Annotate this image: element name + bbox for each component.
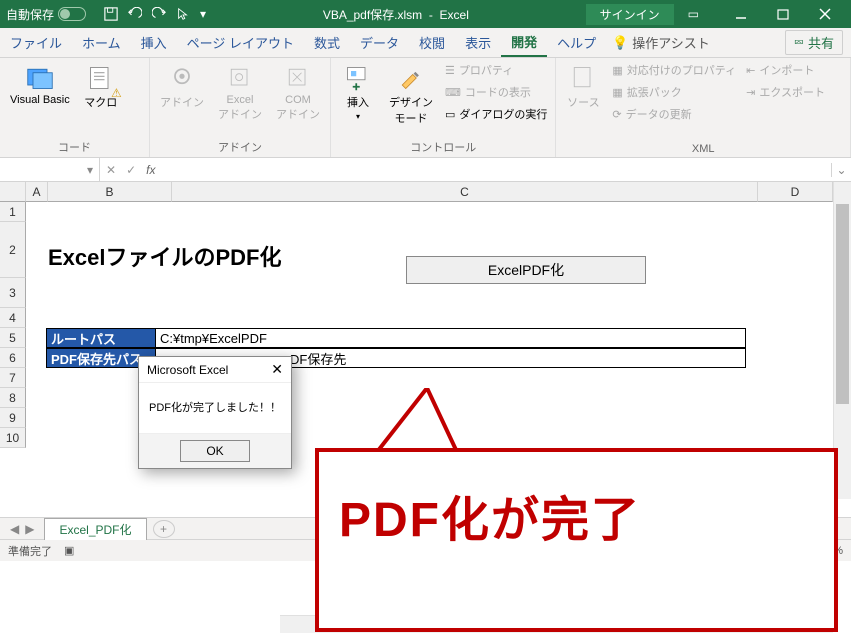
tab-view[interactable]: 表示 xyxy=(455,28,501,57)
addin-button: アドイン xyxy=(154,60,210,114)
tab-review[interactable]: 校閲 xyxy=(409,28,455,57)
view-code-button: ⌨コードの表示 xyxy=(441,82,551,102)
rootpath-row: ルートパス C:¥tmp¥ExcelPDF xyxy=(46,328,746,348)
msgbox: Microsoft Excel ✕ PDF化が完了しました！！ OK xyxy=(138,356,292,469)
excel-addin-button: Excel アドイン xyxy=(212,60,268,126)
ribbon: Visual Basic マクロ コード アドイン Excel アドイン COM… xyxy=(0,58,851,158)
next-sheet-icon[interactable]: ▶ xyxy=(25,522,34,536)
select-all-corner[interactable] xyxy=(0,182,26,202)
column-headers[interactable]: A B C D xyxy=(26,182,833,202)
sheet-tab-1[interactable]: Excel_PDF化 xyxy=(44,518,146,540)
maximize-button[interactable] xyxy=(763,0,803,28)
pointer-icon[interactable] xyxy=(176,7,190,21)
group-xml-label: XML xyxy=(560,141,846,157)
map-props-button: ▦対応付けのプロパティ xyxy=(608,60,740,80)
expansion-button: ▦拡張パック xyxy=(608,82,740,102)
callout: PDF化が完了 xyxy=(315,418,840,634)
code-icon: ⌨ xyxy=(445,86,461,99)
page-title: ExcelファイルのPDF化 xyxy=(48,240,282,272)
tab-pagelayout[interactable]: ページ レイアウト xyxy=(177,28,304,57)
refresh-icon: ⟳ xyxy=(612,108,621,121)
com-addin-button: COM アドイン xyxy=(270,60,326,126)
run-dialog-button[interactable]: ▭ダイアログの実行 xyxy=(441,104,551,124)
row-headers[interactable]: 1 2 3 4 5 6 7 8 9 10 xyxy=(0,202,26,448)
prev-sheet-icon[interactable]: ◀ xyxy=(10,522,19,536)
import-button: ⇤インポート xyxy=(742,60,829,80)
tab-data[interactable]: データ xyxy=(350,28,409,57)
msgbox-body: PDF化が完了しました！！ xyxy=(139,383,291,433)
window-title: VBA_pdf保存.xlsm - Excel xyxy=(206,6,586,23)
refresh-button: ⟳データの更新 xyxy=(608,104,740,124)
export-button: ⇥エクスポート xyxy=(742,82,829,102)
ribbon-options-icon[interactable]: ▭ xyxy=(678,7,709,21)
minimize-button[interactable] xyxy=(721,0,761,28)
tab-help[interactable]: ヘルプ xyxy=(547,28,606,57)
ribbon-tabs: ファイル ホーム 挿入 ページ レイアウト 数式 データ 校閲 表示 開発 ヘル… xyxy=(0,28,851,58)
tab-formulas[interactable]: 数式 xyxy=(304,28,350,57)
undo-icon[interactable] xyxy=(128,7,142,21)
pack-icon: ▦ xyxy=(612,86,622,99)
properties-icon: ☰ xyxy=(445,64,455,77)
status-ready: 準備完了 xyxy=(8,543,52,559)
fx-icon[interactable]: fx xyxy=(146,163,155,177)
expand-formula-bar[interactable]: ⌄ xyxy=(831,163,851,177)
properties-button: ☰プロパティ xyxy=(441,60,551,80)
macro-recorder-icon[interactable]: ▣ xyxy=(64,544,74,557)
close-button[interactable] xyxy=(805,0,845,28)
signin-button[interactable]: サインイン xyxy=(586,4,674,25)
title-bar: 自動保存 ▾ VBA_pdf保存.xlsm - Excel サインイン ▭ xyxy=(0,0,851,28)
macros-button[interactable]: マクロ xyxy=(78,60,124,114)
rootpath-label: ルートパス xyxy=(46,328,156,348)
export-icon: ⇥ xyxy=(746,86,755,99)
formula-bar: ▾ ✕ ✓ fx ⌄ xyxy=(0,158,851,182)
tab-file[interactable]: ファイル xyxy=(0,28,72,57)
design-mode-button[interactable]: デザイン モード xyxy=(383,60,439,130)
group-addins-label: アドイン xyxy=(154,137,326,157)
lightbulb-icon: 💡 xyxy=(612,35,628,51)
excel-pdf-button[interactable]: ExcelPDF化 xyxy=(406,256,646,284)
tab-developer[interactable]: 開発 xyxy=(501,28,547,57)
msgbox-title: Microsoft Excel xyxy=(147,363,228,377)
dialog-icon: ▭ xyxy=(445,108,455,121)
enter-icon[interactable]: ✓ xyxy=(126,163,136,177)
share-icon: ⮹ xyxy=(794,35,804,51)
cancel-icon[interactable]: ✕ xyxy=(106,163,116,177)
name-box[interactable]: ▾ xyxy=(0,158,100,181)
msgbox-ok-button[interactable]: OK xyxy=(180,440,250,462)
add-sheet-button[interactable]: + xyxy=(153,520,175,538)
xml-source-button: ソース xyxy=(560,60,606,114)
insert-control-button[interactable]: 挿入▾ xyxy=(335,60,381,125)
tab-home[interactable]: ホーム xyxy=(72,28,131,57)
autosave[interactable]: 自動保存 xyxy=(6,6,86,23)
redo-icon[interactable] xyxy=(152,7,166,21)
visual-basic-button[interactable]: Visual Basic xyxy=(4,60,76,110)
share-button[interactable]: ⮹ 共有 xyxy=(785,30,843,55)
callout-text: PDF化が完了 xyxy=(339,480,641,550)
group-code-label: コード xyxy=(4,137,145,157)
rootpath-value[interactable]: C:¥tmp¥ExcelPDF xyxy=(156,328,746,348)
import-icon: ⇤ xyxy=(746,64,755,77)
group-controls-label: コントロール xyxy=(335,137,551,157)
autosave-toggle[interactable] xyxy=(58,7,86,21)
quick-access-toolbar: ▾ xyxy=(104,7,206,21)
msgbox-close-icon[interactable]: ✕ xyxy=(271,361,283,378)
map-icon: ▦ xyxy=(612,64,622,77)
save-icon[interactable] xyxy=(104,7,118,21)
tell-me[interactable]: 💡 操作アシスト xyxy=(612,33,710,52)
tab-insert[interactable]: 挿入 xyxy=(131,28,177,57)
